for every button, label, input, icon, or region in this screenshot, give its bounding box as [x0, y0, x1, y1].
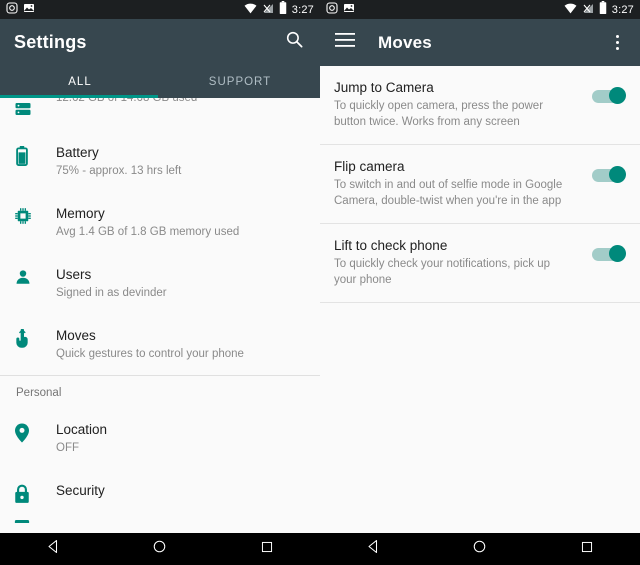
moves-item-subtitle: To switch in and out of selfie mode in G… [334, 179, 563, 207]
section-header-personal: Personal [16, 387, 62, 399]
wifi-icon [564, 1, 577, 19]
toggle-thumb [609, 245, 626, 262]
recents-icon [580, 540, 594, 559]
hamburger-menu-icon [335, 33, 355, 52]
instagram-icon [326, 1, 338, 19]
overflow-menu-icon [615, 41, 619, 44]
settings-row-memory-subtitle: Avg 1.4 GB of 1.8 GB memory used [56, 226, 240, 238]
photo-icon [23, 1, 35, 19]
moves-item-subtitle: To quickly check your notifications, pic… [334, 258, 551, 286]
back-icon [366, 539, 381, 559]
settings-row-moves-title: Moves [56, 328, 96, 343]
moves-item-subtitle: To quickly open camera, press the power … [334, 100, 544, 128]
settings-row-location[interactable]: Location OFF [0, 408, 320, 469]
status-bar-system-icons-right: 3:27 [564, 0, 634, 19]
status-bar-right: 3:27 [320, 0, 640, 19]
back-button[interactable] [33, 533, 73, 565]
tab-all[interactable]: ALL [0, 65, 160, 98]
home-icon [472, 539, 487, 559]
overflow-menu-icon [615, 47, 619, 50]
settings-row-location-title: Location [56, 422, 108, 437]
status-bar-notification-icons-right [326, 1, 564, 19]
cellular-signal-off-icon [582, 1, 594, 19]
settings-row-security-title: Security [56, 483, 105, 498]
settings-row-memory-title: Memory [56, 206, 105, 221]
status-bar-left: 3:27 [0, 0, 320, 19]
recents-button[interactable] [567, 533, 607, 565]
battery-icon [279, 0, 287, 19]
settings-row-battery[interactable]: Battery 75% - approx. 13 hrs left [0, 131, 320, 192]
settings-row-memory[interactable]: Memory Avg 1.4 GB of 1.8 GB memory used [0, 192, 320, 253]
battery-icon [14, 144, 46, 166]
person-icon [14, 266, 46, 286]
tab-support[interactable]: SUPPORT [160, 65, 320, 98]
back-icon [46, 539, 61, 559]
settings-list[interactable]: Storage 12.62 GB of 14.68 GB used Batter… [0, 98, 320, 533]
settings-row-moves-subtitle: Quick gestures to control your phone [56, 348, 244, 360]
settings-row-battery-title: Battery [56, 145, 99, 160]
search-icon [285, 30, 304, 54]
toggle-flip-camera[interactable] [590, 164, 626, 186]
settings-row-security[interactable]: Security [0, 469, 320, 517]
settings-row-users-title: Users [56, 267, 92, 282]
overflow-menu-icon [615, 35, 619, 38]
accounts-icon [14, 517, 46, 523]
settings-row-storage-subtitle: 12.62 GB of 14.68 GB used [56, 98, 198, 104]
settings-app-bar: Settings ALL SUPPORT [0, 19, 320, 98]
right-phone-screen: 3:27 Moves Jump to Camera To quickly ope… [320, 0, 640, 565]
settings-row-users-subtitle: Signed in as devinder [56, 287, 167, 299]
toggle-thumb [609, 166, 626, 183]
list-divider [320, 302, 640, 303]
left-phone-screen: 3:27 Settings ALL SUPPORT 12.62 GB of 14… [0, 0, 320, 565]
settings-row-moves[interactable]: Moves Quick gestures to control your pho… [0, 314, 320, 375]
memory-icon [14, 205, 46, 225]
lock-icon [14, 482, 46, 504]
moves-item-lift-to-check-phone[interactable]: Lift to check phone To quickly check you… [320, 224, 640, 302]
storage-icon [14, 98, 46, 118]
nav-bar-left [0, 533, 320, 565]
nav-bar-right [320, 533, 640, 565]
status-bar-clock: 3:27 [291, 3, 314, 16]
instagram-icon [6, 1, 18, 19]
moves-list[interactable]: Jump to Camera To quickly open camera, p… [320, 66, 640, 533]
photo-icon [343, 1, 355, 19]
overflow-menu-button[interactable] [606, 31, 628, 55]
page-title: Settings [14, 31, 87, 52]
settings-tabs: ALL SUPPORT [0, 65, 320, 98]
search-button[interactable] [282, 30, 306, 54]
toggle-jump-to-camera[interactable] [590, 85, 626, 107]
moves-item-title: Flip camera [334, 159, 405, 174]
settings-row-battery-subtitle: 75% - approx. 13 hrs left [56, 165, 182, 177]
moves-item-title: Jump to Camera [334, 80, 434, 95]
moves-item-flip-camera[interactable]: Flip camera To switch in and out of self… [320, 145, 640, 223]
settings-row-storage[interactable]: Storage 12.62 GB of 14.68 GB used [0, 98, 320, 131]
toggle-thumb [609, 87, 626, 104]
hamburger-menu-button[interactable] [332, 30, 358, 56]
back-button[interactable] [353, 533, 393, 565]
settings-row-clipped[interactable] [0, 517, 320, 523]
home-button[interactable] [460, 533, 500, 565]
dual-screenshot: 3:27 Settings ALL SUPPORT 12.62 GB of 14… [0, 0, 640, 565]
cellular-signal-off-icon [262, 1, 274, 19]
moves-item-jump-to-camera[interactable]: Jump to Camera To quickly open camera, p… [320, 66, 640, 144]
wifi-icon [244, 1, 257, 19]
settings-row-users[interactable]: Users Signed in as devinder [0, 253, 320, 314]
recents-icon [260, 540, 274, 559]
tab-support-label: SUPPORT [208, 75, 272, 88]
status-bar-system-icons: 3:27 [244, 0, 314, 19]
home-icon [152, 539, 167, 559]
page-title-moves: Moves [378, 32, 432, 52]
status-bar-notification-icons [6, 1, 244, 19]
gesture-icon [14, 327, 46, 349]
battery-icon [599, 0, 607, 19]
tab-all-label: ALL [68, 75, 92, 88]
toggle-lift-to-check-phone[interactable] [590, 243, 626, 265]
status-bar-clock: 3:27 [611, 3, 634, 16]
moves-app-bar: Moves [320, 19, 640, 66]
location-pin-icon [14, 421, 46, 443]
home-button[interactable] [140, 533, 180, 565]
recents-button[interactable] [247, 533, 287, 565]
moves-item-title: Lift to check phone [334, 238, 448, 253]
settings-row-location-subtitle: OFF [56, 442, 79, 454]
